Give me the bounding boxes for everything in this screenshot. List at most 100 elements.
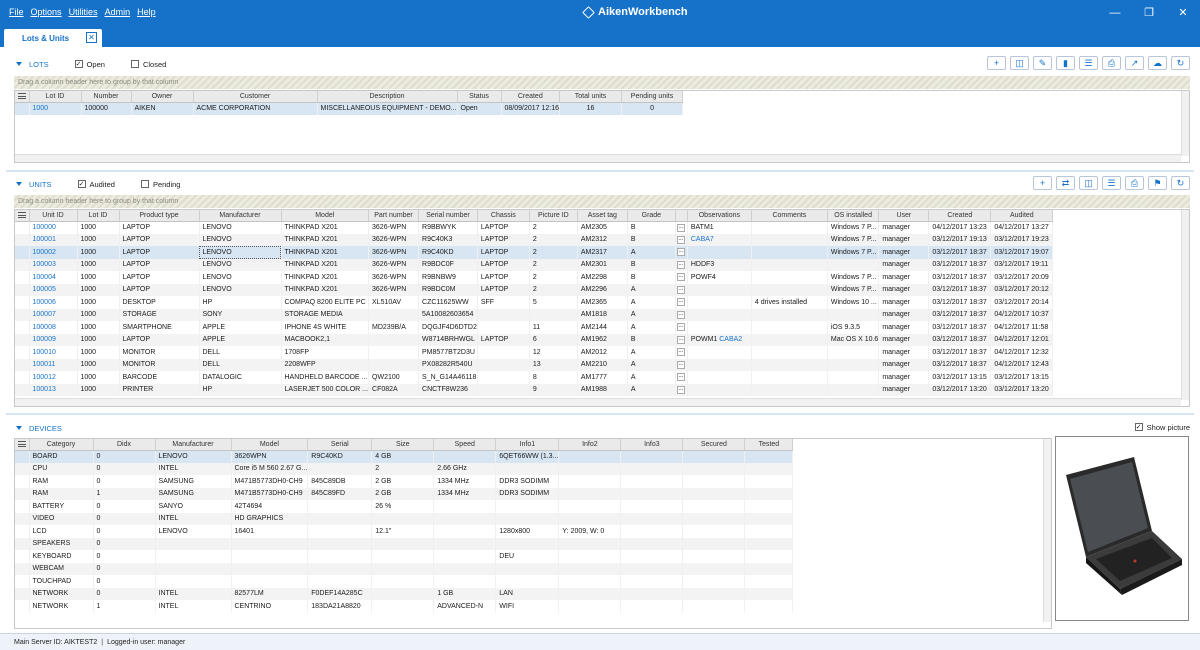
add-lot-icon[interactable]: + [987,56,1006,70]
column-header[interactable]: Info3 [620,439,684,451]
collapse-units-icon[interactable] [16,182,22,186]
table-row[interactable]: 100005 1000 LAPTOP LENOVO THINKPAD X201 3626-… [15,283,1054,296]
menu-file[interactable]: File [9,7,24,17]
table-row[interactable]: VIDEO 0 INTEL HD GRAPHICS [15,512,794,525]
menu-options[interactable]: Options [31,7,62,17]
menu-help[interactable]: Help [137,7,156,17]
column-chooser-icon[interactable] [15,91,30,103]
refresh-unit-icon[interactable]: ↻ [1171,176,1190,190]
column-header[interactable]: Manufacturer [199,210,282,222]
menu-admin[interactable]: Admin [105,7,131,17]
column-header[interactable]: Owner [131,91,194,103]
lots-horizontal-scrollbar[interactable] [15,154,1181,162]
ellipsis-icon[interactable]: ... [676,223,685,232]
lots-vertical-scrollbar[interactable] [1181,91,1189,156]
units-vertical-scrollbar[interactable] [1181,210,1189,400]
units-pending-checkbox[interactable] [140,180,149,188]
column-header[interactable]: Observations [687,210,752,222]
row-indicator[interactable] [15,450,30,463]
row-indicator[interactable] [15,333,30,346]
table-row[interactable]: 100004 1000 LAPTOP LENOVO THINKPAD X201 3626-… [15,271,1054,284]
units-audited-checkbox[interactable]: ✓ [77,180,86,188]
ellipsis-icon[interactable]: ... [676,260,685,269]
row-indicator[interactable] [15,562,30,575]
table-row[interactable]: RAM 0 SAMSUNG M471B5773DH0-CH9 845C89DB 2 GB 1… [15,475,794,488]
column-header[interactable]: Secured [682,439,746,451]
row-indicator[interactable] [15,258,30,271]
observations-button[interactable]: ... [675,371,688,384]
units-group-bar[interactable]: Drag a column header here to group by th… [14,195,1190,208]
cloud-lot-icon[interactable]: ☁ [1148,56,1167,70]
table-row[interactable]: WEBCAM 0 [15,562,794,575]
lots-open-checkbox[interactable]: ✓ [74,60,83,68]
column-header[interactable]: Chassis [477,210,530,222]
table-row[interactable]: 1000 100000 AIKEN ACME CORPORATION MISCELLAN… [15,102,684,115]
row-indicator[interactable] [15,475,30,488]
column-header[interactable]: Info1 [495,439,560,451]
column-header[interactable]: Customer [193,91,318,103]
table-row[interactable]: 100008 1000 SMARTPHONE APPLE IPHONE 4S WHITE… [15,321,1054,334]
table-row[interactable]: TOUCHPAD 0 [15,575,794,588]
column-header[interactable]: Audited [990,210,1054,222]
checklist-lot-icon[interactable]: ☰ [1079,56,1098,70]
ellipsis-icon[interactable]: ... [676,248,685,257]
table-row[interactable]: 100001 1000 LAPTOP LENOVO THINKPAD X201 3626-… [15,233,1054,246]
column-header[interactable]: Number [81,91,132,103]
column-header[interactable]: Created [928,210,992,222]
row-indicator[interactable] [15,308,30,321]
row-indicator[interactable] [15,600,30,613]
table-row[interactable]: 100002 1000 LAPTOP LENOVO THINKPAD X201 3626-… [15,246,1054,259]
devices-vertical-scrollbar[interactable] [1043,439,1051,622]
row-indicator[interactable] [15,371,30,384]
column-header[interactable]: Lot ID [29,91,82,103]
menu-utilities[interactable]: Utilities [69,7,98,17]
show-picture-checkbox[interactable]: ✓ [1134,423,1143,431]
table-row[interactable]: 100013 1000 PRINTER HP LASERJET 500 COLOR ..… [15,383,1054,396]
observations-button[interactable]: ... [675,296,688,309]
row-indicator[interactable] [15,221,30,234]
lots-open-filter[interactable]: ✓ Open [74,60,105,69]
column-header[interactable]: Size [371,439,435,451]
observations-button[interactable]: ... [675,246,688,259]
table-row[interactable]: 100000 1000 LAPTOP LENOVO THINKPAD X201 3626-… [15,221,1054,234]
column-chooser-icon[interactable] [15,439,30,451]
table-row[interactable]: RAM 1 SAMSUNG M471B5773DH0-CH9 845C89FD 2 GB 1… [15,487,794,500]
row-indicator[interactable] [15,296,30,309]
row-indicator[interactable] [15,575,30,588]
column-header[interactable]: Created [501,91,561,103]
table-row[interactable]: BATTERY 0 SANYO 42T4694 26 % [15,500,794,513]
table-cell[interactable]: CABA7 [687,233,752,246]
tab-lots-units[interactable]: Lots & Units ✕ [4,29,102,47]
table-row[interactable]: SPEAKERS 0 [15,537,794,550]
tab-close-icon[interactable]: ✕ [86,32,97,43]
ellipsis-icon[interactable]: ... [676,235,685,244]
column-header[interactable]: Info2 [558,439,622,451]
collapse-lots-icon[interactable] [16,62,22,66]
table-row[interactable]: NETWORK 0 INTEL 82577LM F0DEF14A285C 1 GB LAN [15,587,794,600]
row-indicator[interactable] [15,246,30,259]
column-header[interactable]: Grade [627,210,676,222]
column-header[interactable]: Comments [751,210,828,222]
ellipsis-icon[interactable]: ... [676,323,685,332]
row-indicator[interactable] [15,512,30,525]
export-lot-icon[interactable]: ↗ [1125,56,1144,70]
row-indicator[interactable] [15,233,30,246]
show-picture-toggle[interactable]: ✓ Show picture [1134,422,1190,432]
row-indicator[interactable] [15,537,30,550]
column-header[interactable]: Didx [93,439,156,451]
row-indicator[interactable] [15,487,30,500]
delete-unit-icon[interactable]: ◫ [1079,176,1098,190]
observations-button[interactable]: ... [675,271,688,284]
column-header[interactable]: Pending units [621,91,684,103]
observation-link[interactable]: CABA2 [719,336,742,343]
ellipsis-icon[interactable]: ... [676,298,685,307]
refresh-lot-icon[interactable]: ↻ [1171,56,1190,70]
column-chooser-icon[interactable] [15,210,30,222]
observations-button[interactable]: ... [675,221,688,234]
observations-button[interactable]: ... [675,283,688,296]
observations-button[interactable]: ... [675,358,688,371]
ellipsis-icon[interactable]: ... [676,273,685,282]
table-row[interactable]: 100012 1000 BARCODE DATALOGIC HANDHELD BARCO… [15,371,1054,384]
close-icon[interactable]: ✕ [1166,0,1200,25]
ellipsis-icon[interactable]: ... [676,285,685,294]
